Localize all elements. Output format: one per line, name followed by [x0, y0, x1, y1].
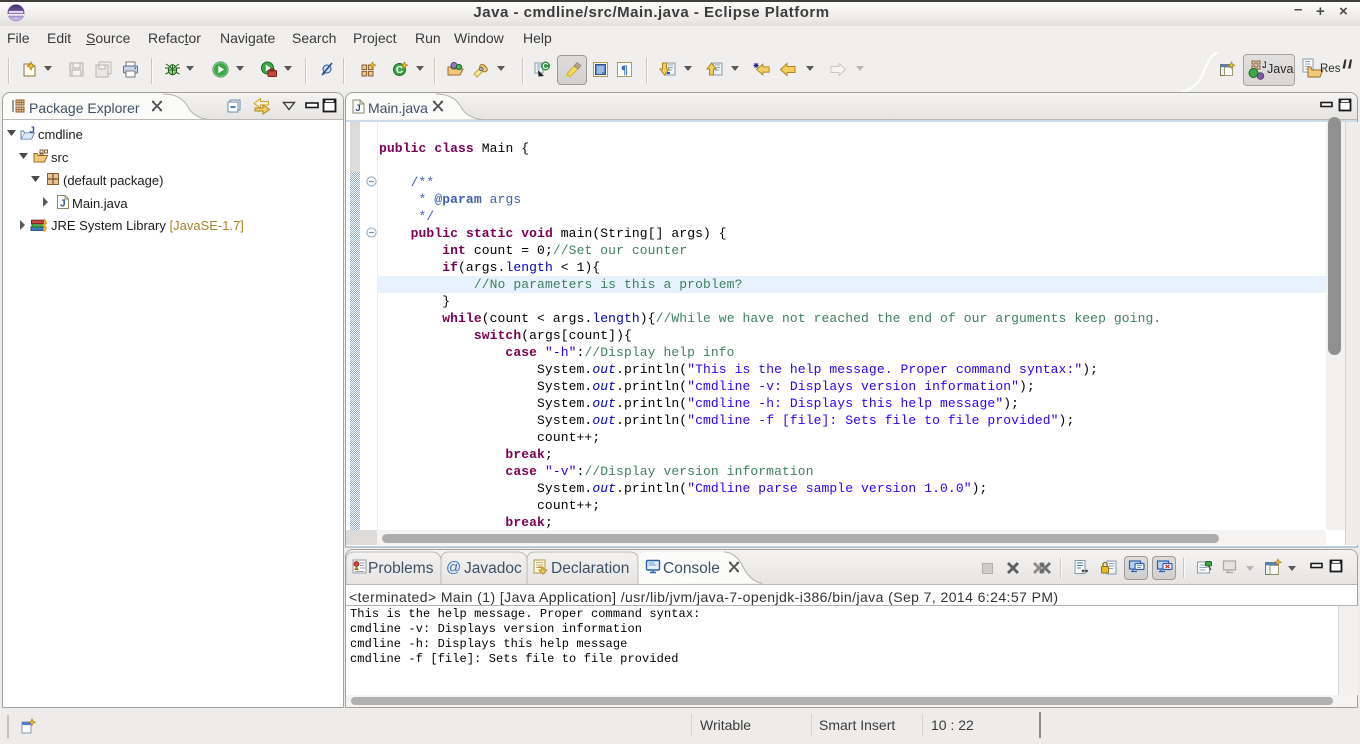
- svg-text:C: C: [542, 61, 548, 71]
- svg-text:C: C: [396, 65, 403, 76]
- svg-text:¶: ¶: [621, 62, 628, 77]
- svg-text:J: J: [1262, 60, 1266, 70]
- svg-text:J: J: [355, 103, 360, 114]
- svg-text:J: J: [30, 125, 35, 136]
- svg-text:J: J: [60, 198, 66, 209]
